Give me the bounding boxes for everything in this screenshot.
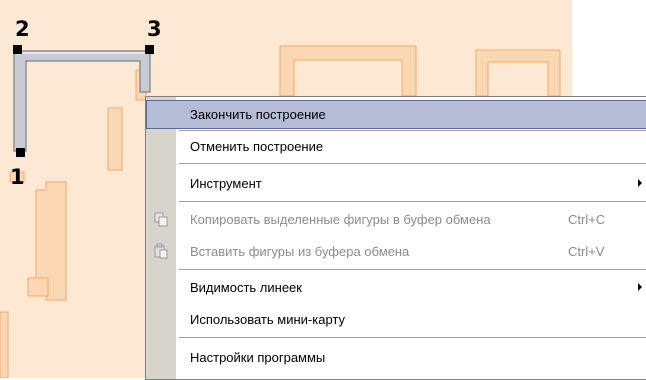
- menu-separator: [179, 337, 646, 339]
- menu-item-paste-shapes[interactable]: Вставить фигуры из буфера обмена Ctrl+V: [146, 237, 646, 266]
- room-shape[interactable]: [107, 107, 123, 171]
- menu-item-cancel-construction[interactable]: Отменить построение: [146, 132, 646, 161]
- room-shape[interactable]: [27, 277, 49, 297]
- menu-item-program-settings[interactable]: Настройки программы: [146, 343, 646, 372]
- menu-item-label: Настройки программы: [190, 350, 326, 365]
- menu-item-finish-construction[interactable]: Закончить построение: [146, 100, 646, 129]
- submenu-arrow-icon: [638, 283, 642, 291]
- point-label-1: 1: [10, 165, 25, 189]
- menu-separator: [179, 201, 646, 203]
- vertex-handle-1[interactable]: [16, 148, 25, 157]
- point-label-2: 2: [15, 17, 30, 41]
- menu-item-label: Отменить построение: [190, 139, 324, 154]
- vertex-handle-2[interactable]: [13, 45, 22, 54]
- menu-item-label: Инструмент: [190, 176, 262, 191]
- menu-separator: [179, 163, 646, 165]
- point-label-3: 3: [147, 17, 162, 41]
- paste-icon: [154, 243, 168, 259]
- vertex-handle-3[interactable]: [145, 45, 154, 54]
- submenu-arrow-icon: [638, 179, 642, 187]
- menu-item-label: Копировать выделенные фигуры в буфер обм…: [190, 212, 491, 227]
- menu-item-tool[interactable]: Инструмент: [146, 169, 646, 198]
- menu-item-ruler-visibility[interactable]: Видимость линеек: [146, 273, 646, 302]
- menu-item-shortcut: Ctrl+C: [568, 212, 606, 227]
- menu-separator: [179, 269, 646, 271]
- copy-icon: [154, 212, 168, 227]
- menu-item-shortcut: Ctrl+V: [568, 244, 605, 259]
- menu-item-label: Вставить фигуры из буфера обмена: [190, 244, 410, 259]
- context-menu: Закончить построение Отменить построение…: [145, 96, 646, 380]
- menu-item-label: Закончить построение: [190, 107, 326, 122]
- menu-item-label: Использовать мини-карту: [190, 312, 345, 327]
- menu-item-copy-shapes[interactable]: Копировать выделенные фигуры в буфер обм…: [146, 205, 646, 234]
- room-shape[interactable]: [0, 311, 9, 378]
- menu-item-use-minimap[interactable]: Использовать мини-карту: [146, 305, 646, 334]
- menu-item-label: Видимость линеек: [190, 280, 302, 295]
